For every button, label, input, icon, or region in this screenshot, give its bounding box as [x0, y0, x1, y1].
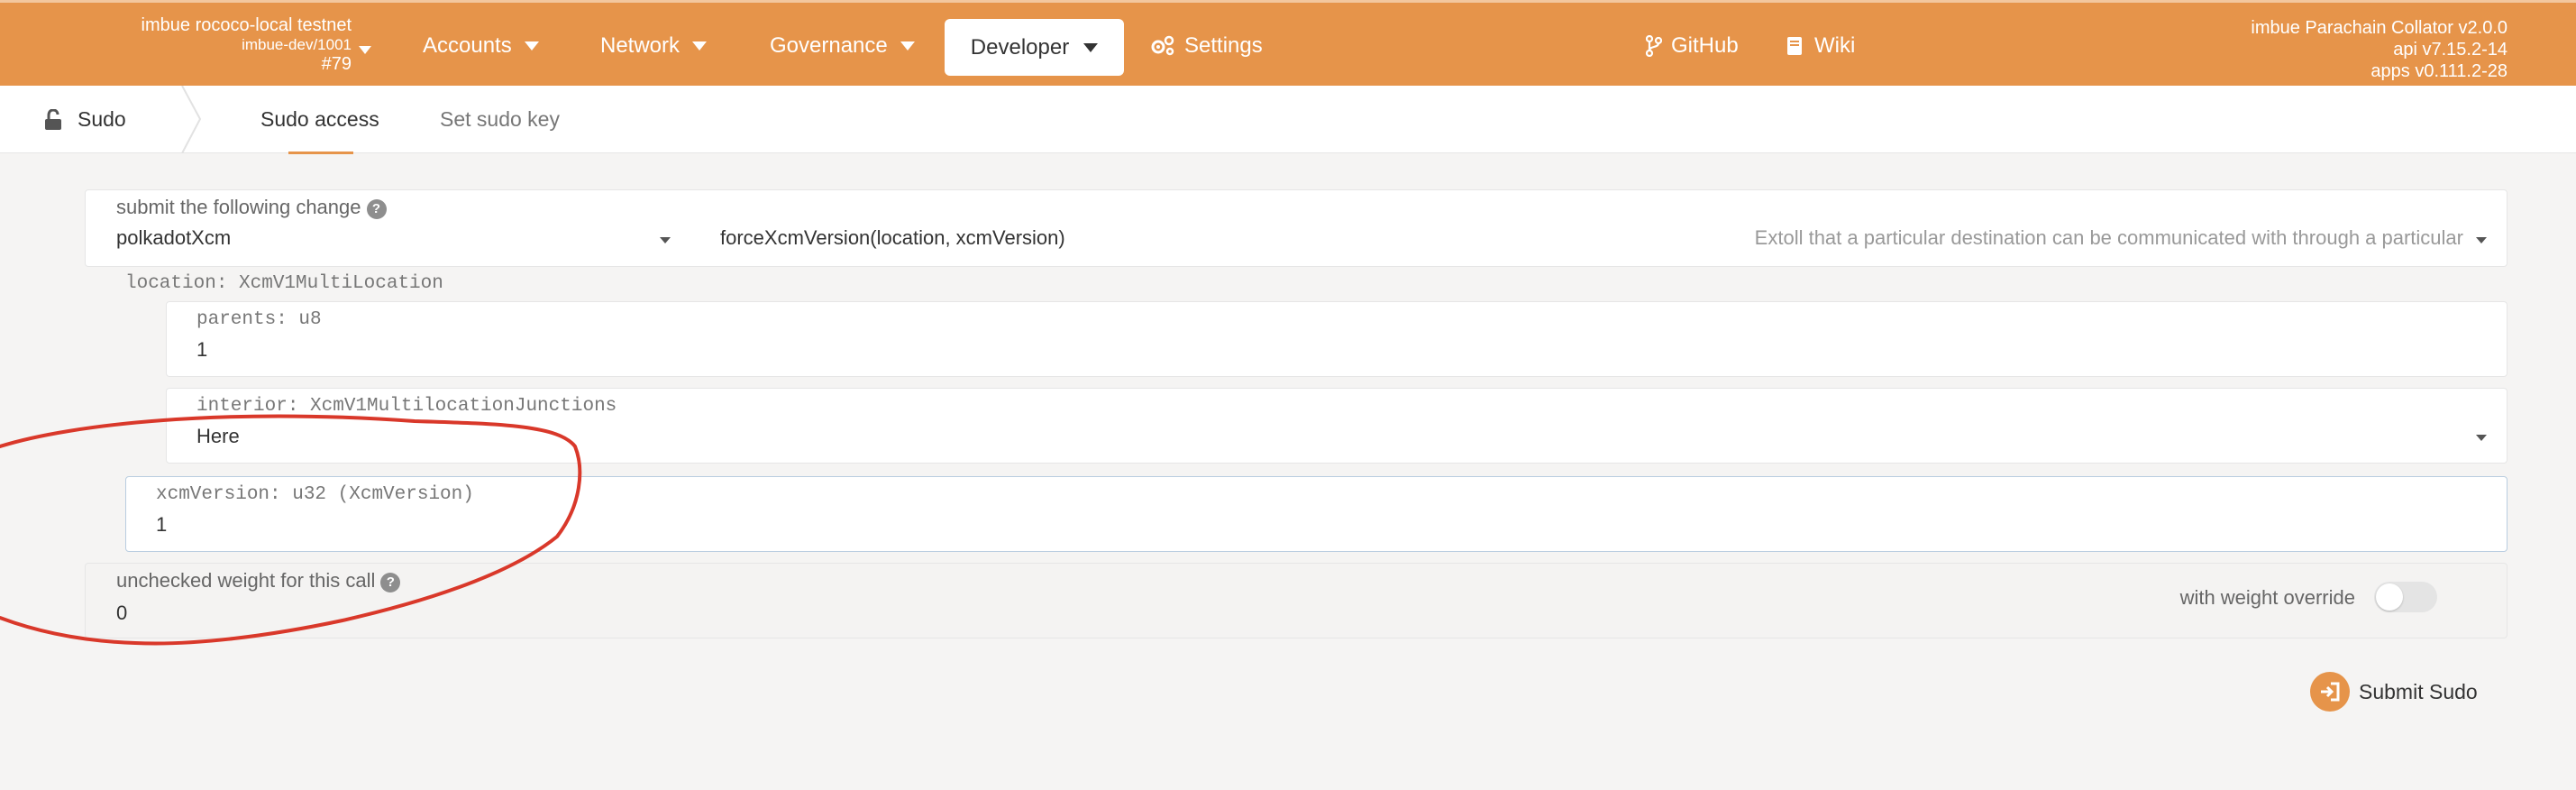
call-description: Extoll that a particular destination can… [1754, 226, 2463, 249]
toggle-knob [2376, 583, 2403, 611]
help-icon[interactable]: ? [366, 199, 387, 219]
parents-label: parents: u8 [196, 309, 322, 330]
nav-network[interactable]: Network [600, 3, 708, 88]
chain-selector[interactable]: imbue rococo-local testnet imbue-dev/100… [141, 15, 371, 75]
weight-value[interactable]: 0 [116, 602, 127, 625]
call-value: forceXcmVersion(location, xcmVersion) [720, 226, 1065, 249]
nav-accounts-label: Accounts [423, 32, 512, 58]
chain-name: imbue rococo-local testnet [141, 15, 352, 35]
block-number: #79 [321, 53, 352, 74]
xcm-version-field[interactable]: xcmVersion: u32 (XcmVersion) 1 [125, 476, 2507, 552]
xcm-version-label: xcmVersion: u32 (XcmVersion) [156, 484, 474, 505]
override-label: with weight override [2179, 586, 2355, 609]
weight-label: unchecked weight for this call? [116, 569, 401, 592]
version-node: imbue Parachain Collator v2.0.0 [2251, 18, 2507, 38]
sub-nav: Sudo Sudo access Set sudo key [0, 86, 2576, 153]
weight-label-text: unchecked weight for this call [116, 569, 376, 592]
parents-field[interactable]: parents: u8 1 [166, 301, 2507, 377]
active-tab-indicator [288, 152, 353, 154]
tab-sudo-access[interactable]: Sudo access [260, 86, 379, 153]
call-selector: submit the following change? polkadotXcm… [85, 189, 2507, 267]
nav-developer-label: Developer [970, 34, 1070, 60]
nav-accounts[interactable]: Accounts [423, 3, 539, 88]
nav-developer[interactable]: Developer [945, 19, 1124, 76]
chevron-down-icon [900, 41, 915, 51]
submit-sudo-label: Submit Sudo [2359, 679, 2478, 703]
chevron-down-icon [692, 41, 708, 51]
nav-governance[interactable]: Governance [770, 3, 915, 88]
xcm-version-value[interactable]: 1 [156, 513, 167, 537]
github-icon [1646, 34, 1662, 57]
chevron-down-icon [2476, 237, 2487, 243]
nav-wiki[interactable]: Wiki [1786, 3, 1855, 88]
nav-github-label: GitHub [1671, 32, 1739, 58]
weight-field: unchecked weight for this call? 0 with w… [85, 563, 2507, 638]
nav-governance-label: Governance [770, 32, 888, 58]
chevron-down-icon [359, 46, 371, 54]
breadcrumb-chevron [181, 86, 202, 153]
chain-sub: imbue-dev/1001 [242, 36, 352, 53]
pallet-value: polkadotXcm [116, 226, 232, 249]
chevron-down-icon [660, 237, 671, 243]
nav-network-label: Network [600, 32, 681, 58]
chevron-down-icon [524, 41, 539, 51]
nav-wiki-label: Wiki [1814, 32, 1856, 58]
version-api: api v7.15.2-14 [2393, 40, 2507, 60]
chevron-down-icon [1083, 42, 1099, 52]
weight-override-toggle[interactable] [2374, 582, 2437, 612]
version-info: imbue Parachain Collator v2.0.0 api v7.1… [2251, 17, 2507, 82]
sign-in-icon [2310, 672, 2350, 712]
location-label: location: XcmV1MultiLocation [125, 273, 443, 294]
interior-field[interactable]: interior: XcmV1MultilocationJunctions He… [166, 388, 2507, 464]
chevron-down-icon [2476, 435, 2487, 441]
book-icon [1787, 36, 1802, 55]
top-bar: imbue rococo-local testnet imbue-dev/100… [0, 0, 2576, 86]
interior-value[interactable]: Here [196, 425, 240, 448]
nav-settings[interactable]: Settings [1150, 3, 1263, 88]
change-label-text: submit the following change [116, 196, 361, 218]
lock-icon [45, 108, 61, 130]
version-apps: apps v0.111.2-28 [2370, 61, 2507, 81]
nav-github[interactable]: GitHub [1646, 3, 1739, 88]
change-label: submit the following change? [116, 196, 387, 219]
pallet-dropdown[interactable]: polkadotXcm [116, 226, 711, 253]
nav-settings-label: Settings [1184, 32, 1263, 58]
interior-label: interior: XcmV1MultilocationJunctions [196, 396, 617, 417]
tab-set-sudo-key[interactable]: Set sudo key [440, 86, 560, 153]
submit-sudo-button[interactable]: Submit Sudo [2310, 671, 2478, 712]
section-title: Sudo [43, 86, 126, 153]
help-icon[interactable]: ? [380, 573, 401, 592]
section-title-label: Sudo [78, 107, 126, 131]
gear-icon [1151, 35, 1174, 55]
parents-value[interactable]: 1 [196, 338, 207, 362]
